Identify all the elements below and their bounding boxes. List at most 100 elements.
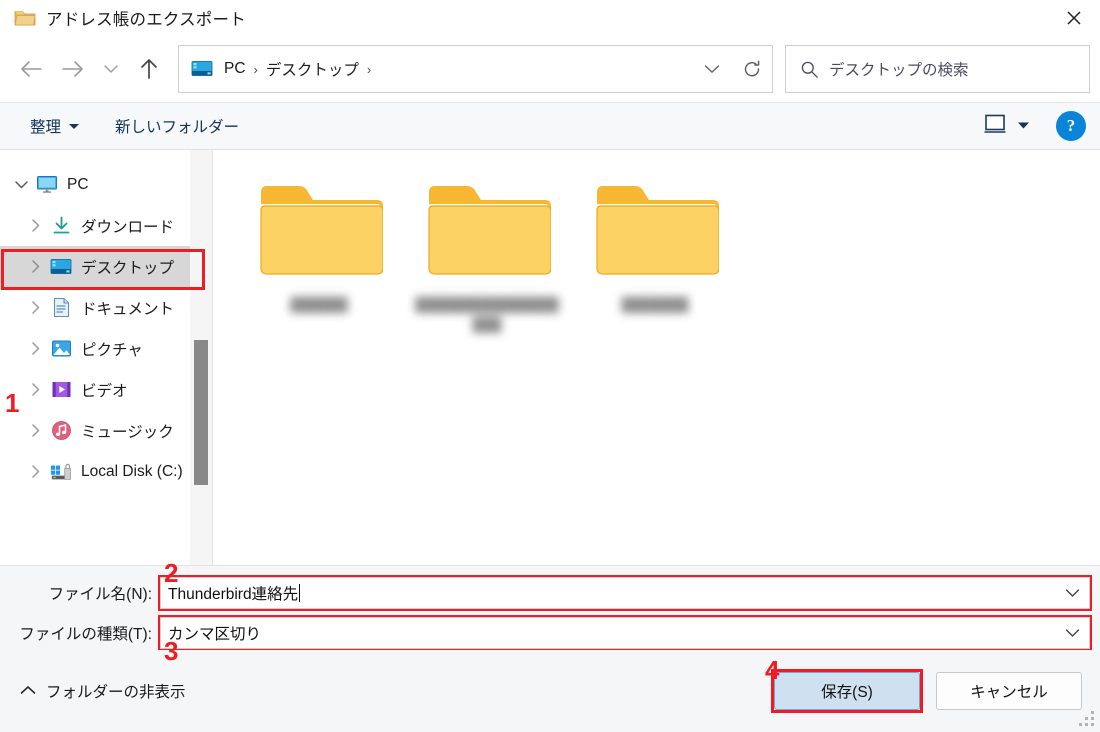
forward-arrow-icon [62, 61, 83, 77]
refresh-icon [744, 60, 760, 77]
list-item[interactable]: ██████████████████ [403, 172, 571, 357]
chevron-down-icon [1065, 629, 1079, 637]
back-button[interactable] [10, 48, 52, 90]
filetype-input[interactable]: カンマ区切り [158, 615, 1092, 651]
annotation-marker-3: 3 [164, 636, 179, 666]
sidebar-item-downloads[interactable]: ダウンロード [0, 205, 212, 246]
list-item-label: ██████ [290, 297, 348, 312]
document-icon [50, 297, 72, 319]
breadcrumb-separator-trailing[interactable]: › [364, 62, 374, 77]
list-item[interactable]: ██████ [235, 172, 403, 357]
filename-value: Thunderbird連絡先 [168, 586, 299, 603]
resize-grip[interactable] [1079, 711, 1095, 727]
sidebar-item-desktop[interactable]: デスクトップ [0, 246, 212, 287]
dialog-body: PC ダウンロード デスクトップ ドキュメント ピクチャ ビデオ ミュージック … [0, 150, 1100, 565]
chevron-right-icon[interactable] [20, 260, 50, 273]
save-button[interactable]: 保存(S) [774, 672, 920, 710]
file-fields: ファイル名(N): Thunderbird連絡先 ファイルの種類(T): カンマ… [0, 560, 1100, 732]
title-bar: アドレス帳のエクスポート [0, 0, 1100, 36]
help-label: ? [1066, 116, 1076, 135]
file-list[interactable]: ██████ ██████████████████ ███████ [212, 150, 1100, 565]
search-icon [800, 60, 819, 79]
desktop-icon [191, 58, 213, 80]
organize-button[interactable]: 整理 [20, 109, 89, 143]
view-layout-icon [983, 113, 1007, 140]
tree-scrollbar-thumb[interactable] [194, 340, 208, 485]
navigation-tree: PC ダウンロード デスクトップ ドキュメント ピクチャ ビデオ ミュージック … [0, 150, 212, 565]
up-arrow-icon [141, 59, 157, 79]
hide-folders-label: フォルダーの非表示 [46, 684, 186, 701]
help-button[interactable]: ? [1056, 111, 1086, 141]
filename-label: ファイル名(N): [48, 586, 152, 603]
close-button[interactable] [1048, 0, 1100, 36]
recent-locations-button[interactable] [94, 48, 128, 90]
new-folder-button[interactable]: 新しいフォルダー [105, 109, 249, 143]
hide-folders-button[interactable]: フォルダーの非表示 [20, 680, 186, 702]
chevron-up-icon [20, 682, 36, 700]
breadcrumb-item-desktop[interactable]: デスクトップ [261, 55, 364, 83]
filetype-label: ファイルの種類(T): [19, 626, 152, 643]
sidebar-item-label: ピクチャ [81, 341, 143, 359]
up-button[interactable] [128, 48, 170, 90]
list-item-label: ██████████████████ [415, 297, 559, 332]
video-icon [50, 379, 72, 401]
sidebar-item-documents[interactable]: ドキュメント [0, 287, 212, 328]
window-title: アドレス帳のエクスポート [46, 11, 246, 29]
folder-icon [14, 7, 36, 29]
search-box[interactable]: デスクトップの検索 [785, 45, 1090, 93]
chevron-right-icon[interactable] [20, 465, 50, 478]
new-folder-label: 新しいフォルダー [115, 119, 240, 136]
list-item-label: ███████ [621, 297, 689, 312]
chevron-down-icon [104, 65, 118, 73]
chevron-right-icon[interactable] [20, 301, 50, 314]
sidebar-item-label: ビデオ [81, 382, 128, 400]
organize-label: 整理 [30, 119, 62, 136]
folder-icon [423, 178, 552, 283]
chevron-down-icon [704, 64, 720, 73]
drive-icon [50, 461, 72, 483]
refresh-button[interactable] [732, 46, 772, 92]
back-arrow-icon [21, 61, 42, 77]
download-icon [50, 215, 72, 237]
chevron-right-icon[interactable] [20, 383, 50, 396]
sidebar-item-label: ドキュメント [81, 300, 175, 318]
save-button-highlight: 保存(S) [771, 669, 923, 713]
annotation-marker-4: 4 [765, 655, 780, 685]
sidebar-item-local-disk-c[interactable]: Local Disk (C:) [0, 451, 212, 492]
sidebar-item-pc[interactable]: PC [0, 164, 212, 205]
close-icon [1067, 11, 1081, 25]
save-as-dialog: アドレス帳のエクスポート PC › デスクトップ › デスクトップの検索 整理 … [0, 0, 1100, 732]
folder-icon [255, 178, 384, 283]
search-input[interactable]: デスクトップの検索 [829, 58, 969, 80]
sidebar-item-label: Local Disk (C:) [81, 462, 183, 480]
command-bar: 整理 新しいフォルダー ? [0, 102, 1100, 150]
list-item[interactable]: ███████ [571, 172, 739, 357]
breadcrumb-item-pc[interactable]: PC [219, 57, 251, 81]
text-cursor [299, 584, 301, 602]
cancel-button[interactable]: キャンセル [936, 672, 1082, 710]
sidebar-item-videos[interactable]: ビデオ [0, 369, 212, 410]
view-options-button[interactable] [975, 107, 1038, 146]
filetype-dropdown-button[interactable] [1055, 618, 1089, 648]
music-icon [50, 420, 72, 442]
filename-input[interactable]: Thunderbird連絡先 [158, 575, 1092, 611]
cancel-label: キャンセル [970, 684, 1048, 701]
tree-scrollbar[interactable] [190, 150, 212, 565]
chevron-right-icon[interactable] [20, 219, 50, 232]
chevron-right-icon[interactable] [20, 342, 50, 355]
sidebar-item-label: PC [67, 175, 89, 193]
sidebar-item-pictures[interactable]: ピクチャ [0, 328, 212, 369]
forward-button[interactable] [52, 48, 94, 90]
address-bar[interactable]: PC › デスクトップ › [178, 45, 773, 93]
filename-dropdown-button[interactable] [1055, 578, 1089, 608]
annotation-marker-1: 1 [5, 388, 20, 418]
chevron-down-icon [69, 123, 80, 129]
sidebar-item-music[interactable]: ミュージック [0, 410, 212, 451]
address-history-button[interactable] [692, 46, 732, 92]
sidebar-item-label: デスクトップ [81, 259, 175, 277]
chevron-right-icon[interactable] [20, 424, 50, 437]
chevron-down-icon [1065, 589, 1079, 597]
annotation-marker-2: 2 [164, 558, 179, 588]
breadcrumb-separator: › [253, 61, 258, 77]
chevron-down-icon[interactable] [6, 180, 36, 189]
